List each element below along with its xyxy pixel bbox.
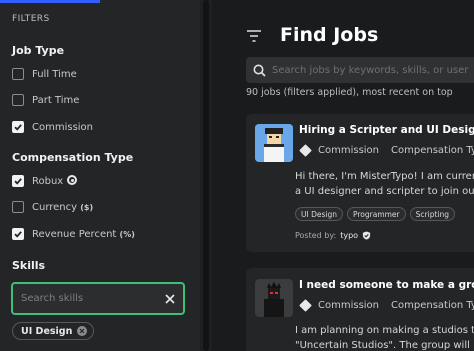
compensation-type: Compensation Type bbox=[391, 300, 474, 311]
avatar bbox=[255, 124, 293, 162]
check-icon bbox=[14, 231, 22, 238]
checkbox-box[interactable] bbox=[12, 94, 24, 106]
skill-chip: UI Design bbox=[12, 322, 95, 340]
job-card[interactable]: I need someone to make a group logo Comm… bbox=[246, 268, 474, 351]
panel-accent-bar bbox=[0, 0, 100, 3]
results-count: 90 jobs (filters applied), most recent o… bbox=[246, 87, 453, 98]
diamond-icon bbox=[299, 144, 312, 157]
jobs-main: Find Jobs 90 jobs (filters applied), mos… bbox=[212, 0, 474, 351]
posted-by: Posted by: typo bbox=[295, 231, 371, 240]
job-title[interactable]: I need someone to make a group logo bbox=[299, 279, 474, 291]
checkbox-box[interactable] bbox=[12, 201, 24, 213]
compensation-type-title: Compensation Type bbox=[12, 151, 134, 164]
job-type-title: Job Type bbox=[12, 44, 65, 57]
job-description: I am planning on making a studios type g… bbox=[295, 325, 474, 351]
checkbox-box[interactable] bbox=[12, 228, 24, 240]
filters-heading: FILTERS bbox=[12, 14, 50, 24]
job-search-bar[interactable] bbox=[246, 57, 474, 83]
skills-search-input[interactable] bbox=[21, 293, 157, 304]
checkbox-label: Part Time bbox=[32, 94, 80, 106]
checkbox-box[interactable] bbox=[12, 68, 24, 80]
diamond-icon bbox=[299, 299, 312, 312]
checkbox-label: Robux bbox=[32, 175, 78, 187]
close-icon[interactable] bbox=[157, 286, 183, 312]
search-icon bbox=[246, 57, 272, 83]
compensation-type: Compensation Type bbox=[391, 145, 474, 156]
filter-icon[interactable] bbox=[247, 30, 261, 42]
checkbox-commission[interactable]: Commission bbox=[12, 119, 93, 135]
tag: Programmer bbox=[346, 207, 406, 221]
filter-panel: FILTERS Job Type Full Time Part Time Com… bbox=[0, 0, 200, 351]
avatar bbox=[255, 279, 293, 317]
panel-scrollbar[interactable] bbox=[203, 0, 209, 351]
checkbox-box[interactable] bbox=[12, 121, 24, 133]
verified-icon bbox=[362, 231, 371, 240]
job-meta: Commission Compensation Type bbox=[299, 144, 474, 157]
checkbox-box[interactable] bbox=[12, 175, 24, 187]
job-card[interactable]: Hiring a Scripter and UI Designer! Commi… bbox=[246, 114, 474, 252]
job-tags: UI Design Programmer Scripting bbox=[295, 207, 455, 221]
checkbox-label: Full Time bbox=[32, 68, 77, 80]
checkbox-label: Commission bbox=[32, 121, 94, 133]
checkbox-robux[interactable]: Robux bbox=[12, 173, 78, 189]
payment-type: Commission bbox=[318, 300, 380, 311]
check-icon bbox=[14, 178, 22, 185]
poster-name[interactable]: typo bbox=[340, 231, 358, 240]
checkbox-label: Currency ($) bbox=[32, 201, 94, 213]
skill-chip-label: UI Design bbox=[21, 325, 73, 337]
checkbox-revenue-percent[interactable]: Revenue Percent (%) bbox=[12, 226, 135, 242]
payment-type: Commission bbox=[318, 145, 380, 156]
job-meta: Commission Compensation Type bbox=[299, 299, 474, 312]
job-title[interactable]: Hiring a Scripter and UI Designer! bbox=[299, 124, 474, 136]
checkbox-label: Revenue Percent (%) bbox=[32, 228, 135, 240]
tag: UI Design bbox=[295, 207, 343, 221]
skills-title: Skills bbox=[12, 259, 46, 272]
page-title: Find Jobs bbox=[280, 24, 379, 46]
checkbox-part-time[interactable]: Part Time bbox=[12, 92, 79, 108]
robux-icon bbox=[67, 175, 78, 185]
remove-chip-icon[interactable] bbox=[77, 326, 88, 336]
skills-search-field[interactable] bbox=[11, 282, 185, 315]
job-description: Hi there, I'm MisterTypo! I am currently… bbox=[295, 171, 474, 197]
tag: Scripting bbox=[409, 207, 455, 221]
checkbox-full-time[interactable]: Full Time bbox=[12, 66, 77, 82]
check-icon bbox=[14, 124, 22, 131]
checkbox-currency[interactable]: Currency ($) bbox=[12, 199, 93, 215]
job-search-input[interactable] bbox=[272, 64, 474, 76]
